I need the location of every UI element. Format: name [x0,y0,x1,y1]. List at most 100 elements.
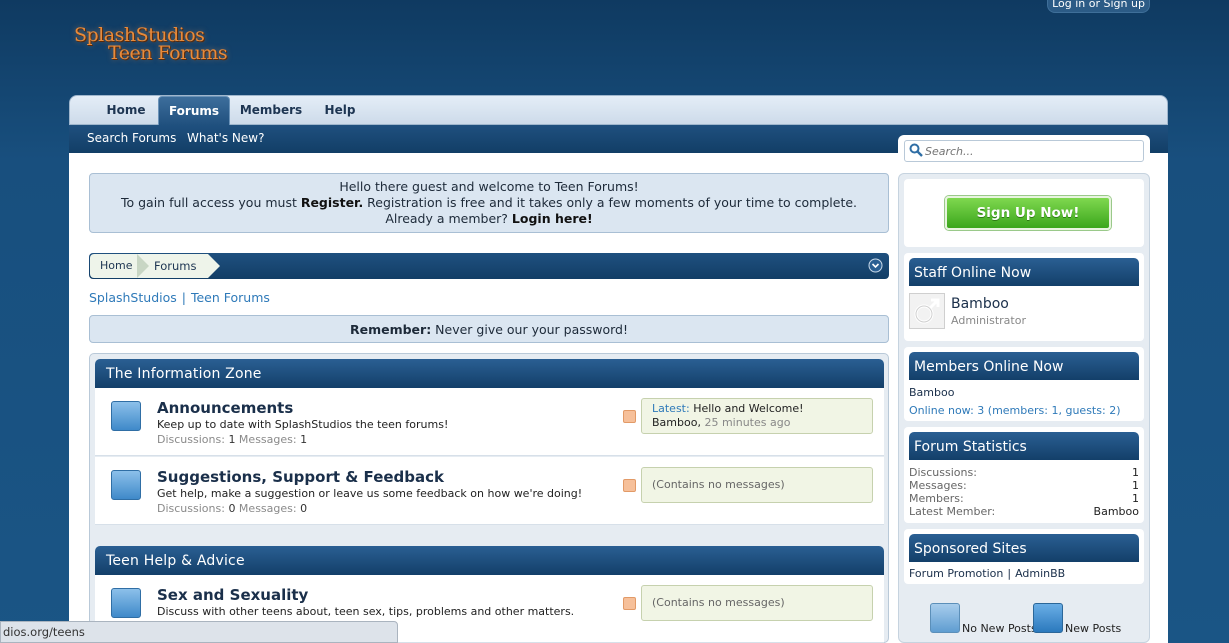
latest-time: 25 minutes ago [704,416,791,429]
stat-label: Members: [909,492,964,505]
stat-value: 1 [1132,479,1139,492]
male-avatar-icon [914,298,940,324]
latest-member-link[interactable]: Bamboo [1094,505,1139,518]
remember-label: Remember: [349,322,432,337]
tab-members[interactable]: Members [238,96,304,125]
signup-block: Sign Up Now! [904,179,1144,247]
discussions-label: Discussions: [157,502,229,515]
new-posts-label: New Posts [1065,622,1122,635]
tab-help[interactable]: Help [316,96,364,125]
main-nav: Home Forums Members Help [69,95,1168,126]
remember-notice: Remember: Never give our your password! [89,315,889,343]
messages-label: Messages: [235,433,301,446]
forum-node: Suggestions, Support & Feedback Get help… [95,457,884,525]
login-signup-link[interactable]: Log in or Sign up [1047,0,1150,13]
category-information-zone[interactable]: The Information Zone [95,359,884,388]
stat-row: Latest Member: Bamboo [909,505,1139,518]
messages-count: 1 [300,433,308,446]
forum-stats: Discussions: 0 Messages: 0 [157,502,307,515]
forum-stats: Discussions: 1 Messages: 1 [157,433,307,446]
latest-line2: Bamboo, 25 minutes ago [652,416,862,430]
latest-post: Latest: Hello and Welcome! Bamboo, 25 mi… [641,398,873,434]
latest-post-empty: (Contains no messages) [641,585,873,621]
online-label: Online now: [909,404,978,417]
sponsored-links: Forum Promotion | AdminBB [909,567,1065,580]
stat-row: Messages: 1 [909,479,1139,492]
welcome-line3-prefix: Already a member? [385,211,512,226]
sign-up-button[interactable]: Sign Up Now! [945,196,1111,230]
forum-description: Keep up to date with SplashStudios the t… [157,418,449,431]
search-box[interactable] [904,140,1144,162]
welcome-line2-prefix: To gain full access you must [120,195,301,210]
sponsored-sites-title: Sponsored Sites [909,534,1139,562]
members-online-title: Members Online Now [909,352,1139,380]
messages-label: Messages: [235,502,301,515]
stat-label: Discussions: [909,466,977,479]
breadcrumb-separator [137,254,149,278]
forum-node: Announcements Keep up to date with Splas… [95,388,884,456]
tab-home[interactable]: Home [100,96,152,125]
latest-user-link[interactable]: Bamboo [652,416,697,429]
forum-promotion-link[interactable]: Forum Promotion [909,567,1003,580]
rss-icon[interactable] [623,410,636,423]
no-new-posts-icon [930,603,960,633]
forum-description: Get help, make a suggestion or leave us … [157,487,583,500]
login-here-link[interactable]: Login here! [512,211,593,226]
rss-icon[interactable] [623,479,636,492]
rss-icon[interactable] [623,597,636,610]
register-link[interactable]: Register. [301,195,363,210]
whats-new-link[interactable]: What's New? [187,131,264,145]
stat-value: 1 [1132,466,1139,479]
staff-online-block: Staff Online Now Bamboo Administrator [904,253,1144,341]
sponsored-separator: | [1007,567,1012,580]
forum-title[interactable]: Suggestions, Support & Feedback [157,468,444,486]
forum-read-icon [111,470,141,500]
latest-post-empty: (Contains no messages) [641,467,873,503]
forum-list: The Information Zone Announcements Keep … [89,353,889,643]
welcome-notice: Hello there guest and welcome to Teen Fo… [89,173,889,233]
latest-line1: Latest: Hello and Welcome! [652,402,862,416]
staff-online-title: Staff Online Now [909,258,1139,286]
site-links: SplashStudios | Teen Forums [89,290,270,305]
online-detail-mid: , guests: [1058,404,1110,417]
teen-forums-link[interactable]: Teen Forums [191,290,270,305]
site-logo[interactable]: SplashStudios Teen Forums [74,22,254,72]
splashstudios-link[interactable]: SplashStudios [89,290,177,305]
new-posts-icon [1033,603,1063,633]
browser-status-bar: dios.org/teens [0,621,398,643]
forum-statistics-title: Forum Statistics [909,432,1139,460]
discussions-label: Discussions: [157,433,229,446]
adminbb-link[interactable]: AdminBB [1015,567,1065,580]
no-new-posts-label: No New Posts [962,622,1037,635]
messages-count: 0 [300,502,308,515]
sponsored-sites-block: Sponsored Sites Forum Promotion | AdminBB [904,529,1144,584]
stat-value: 1 [1132,492,1139,505]
forum-title[interactable]: Sex and Sexuality [157,586,308,604]
category-teen-help[interactable]: Teen Help & Advice [95,546,884,575]
avatar[interactable] [909,293,945,329]
online-member-link[interactable]: Bamboo [909,386,954,399]
members-online-block: Members Online Now Bamboo Online now: 3 … [904,347,1144,421]
sidebar: Sign Up Now! Staff Online Now Bamboo Adm… [898,173,1150,643]
stat-row: Members: 1 [909,492,1139,505]
online-now-summary[interactable]: Online now: 3 (members: 1, guests: 2) [909,404,1120,417]
forum-read-icon [111,401,141,431]
latest-thread-link[interactable]: Hello and Welcome! [693,402,803,415]
tab-forums[interactable]: Forums [158,96,230,126]
logo-line2: Teen Forums [108,42,228,64]
forum-statistics-block: Forum Statistics Discussions: 1 Messages:… [904,427,1144,523]
staff-name-link[interactable]: Bamboo [951,296,1009,312]
forum-read-icon [111,588,141,618]
welcome-line2-suffix: Registration is free and it takes only a… [363,195,858,210]
breadcrumb-home[interactable]: Home [90,254,138,278]
welcome-line1: Hello there guest and welcome to Teen Fo… [339,179,639,194]
forum-description: Discuss with other teens about, teen sex… [157,605,575,618]
stat-row: Discussions: 1 [909,466,1139,479]
remember-text: Never give our your password! [431,322,629,337]
forum-title[interactable]: Announcements [157,399,293,417]
search-forums-link[interactable]: Search Forums [87,131,176,145]
welcome-line2: To gain full access you must Register. R… [90,195,888,211]
jump-menu-icon[interactable] [868,258,883,273]
search-input[interactable] [925,143,1135,159]
staff-role: Administrator [951,314,1026,327]
